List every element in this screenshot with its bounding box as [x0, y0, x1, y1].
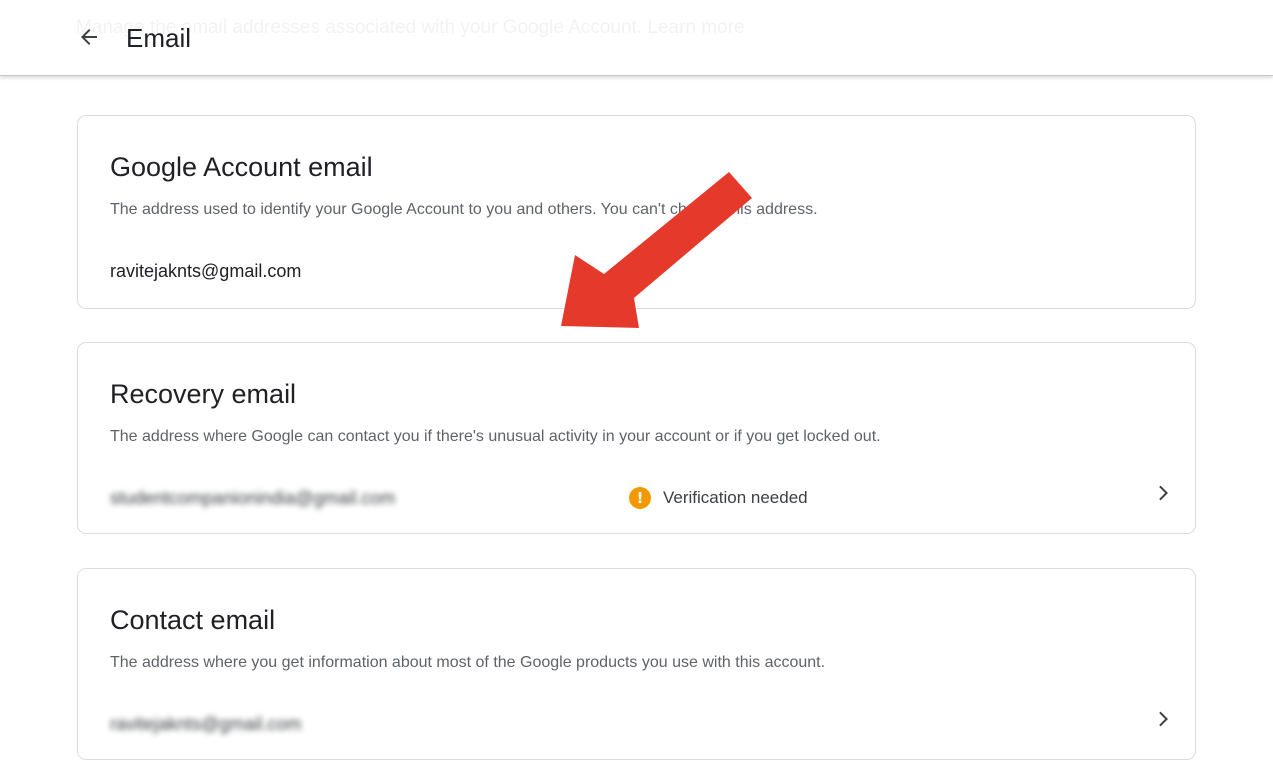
top-app-bar: Manage the email addresses associated wi… — [0, 0, 1273, 76]
page-title: Email — [126, 23, 192, 53]
warning-icon: ! — [629, 487, 651, 509]
verification-status-text: Verification needed — [663, 488, 808, 507]
arrow-back-icon — [81, 29, 97, 45]
contact-email-value: ravitejaknts@gmail.com — [110, 714, 302, 734]
card-title: Contact email — [110, 605, 276, 635]
contact-email-card[interactable]: Contact email The address where you get … — [77, 568, 1196, 760]
chevron-right-icon[interactable] — [1152, 481, 1176, 505]
card-description: The address where Google can contact you… — [110, 428, 881, 445]
chevron-right-icon[interactable] — [1152, 707, 1176, 731]
google-account-email-value: ravitejaknts@gmail.com — [110, 261, 302, 281]
card-title: Recovery email — [110, 379, 297, 409]
recovery-email-card[interactable]: Recovery email The address where Google … — [77, 342, 1196, 534]
recovery-email-value: studentcompanionindia@gmail.com — [110, 488, 396, 508]
google-account-email-card: Google Account email The address used to… — [77, 115, 1196, 309]
verification-status: ! Verification needed — [629, 487, 808, 509]
card-description: The address used to identify your Google… — [110, 201, 818, 218]
back-button[interactable] — [74, 22, 104, 52]
card-description: The address where you get information ab… — [110, 654, 826, 671]
card-title: Google Account email — [110, 152, 373, 182]
